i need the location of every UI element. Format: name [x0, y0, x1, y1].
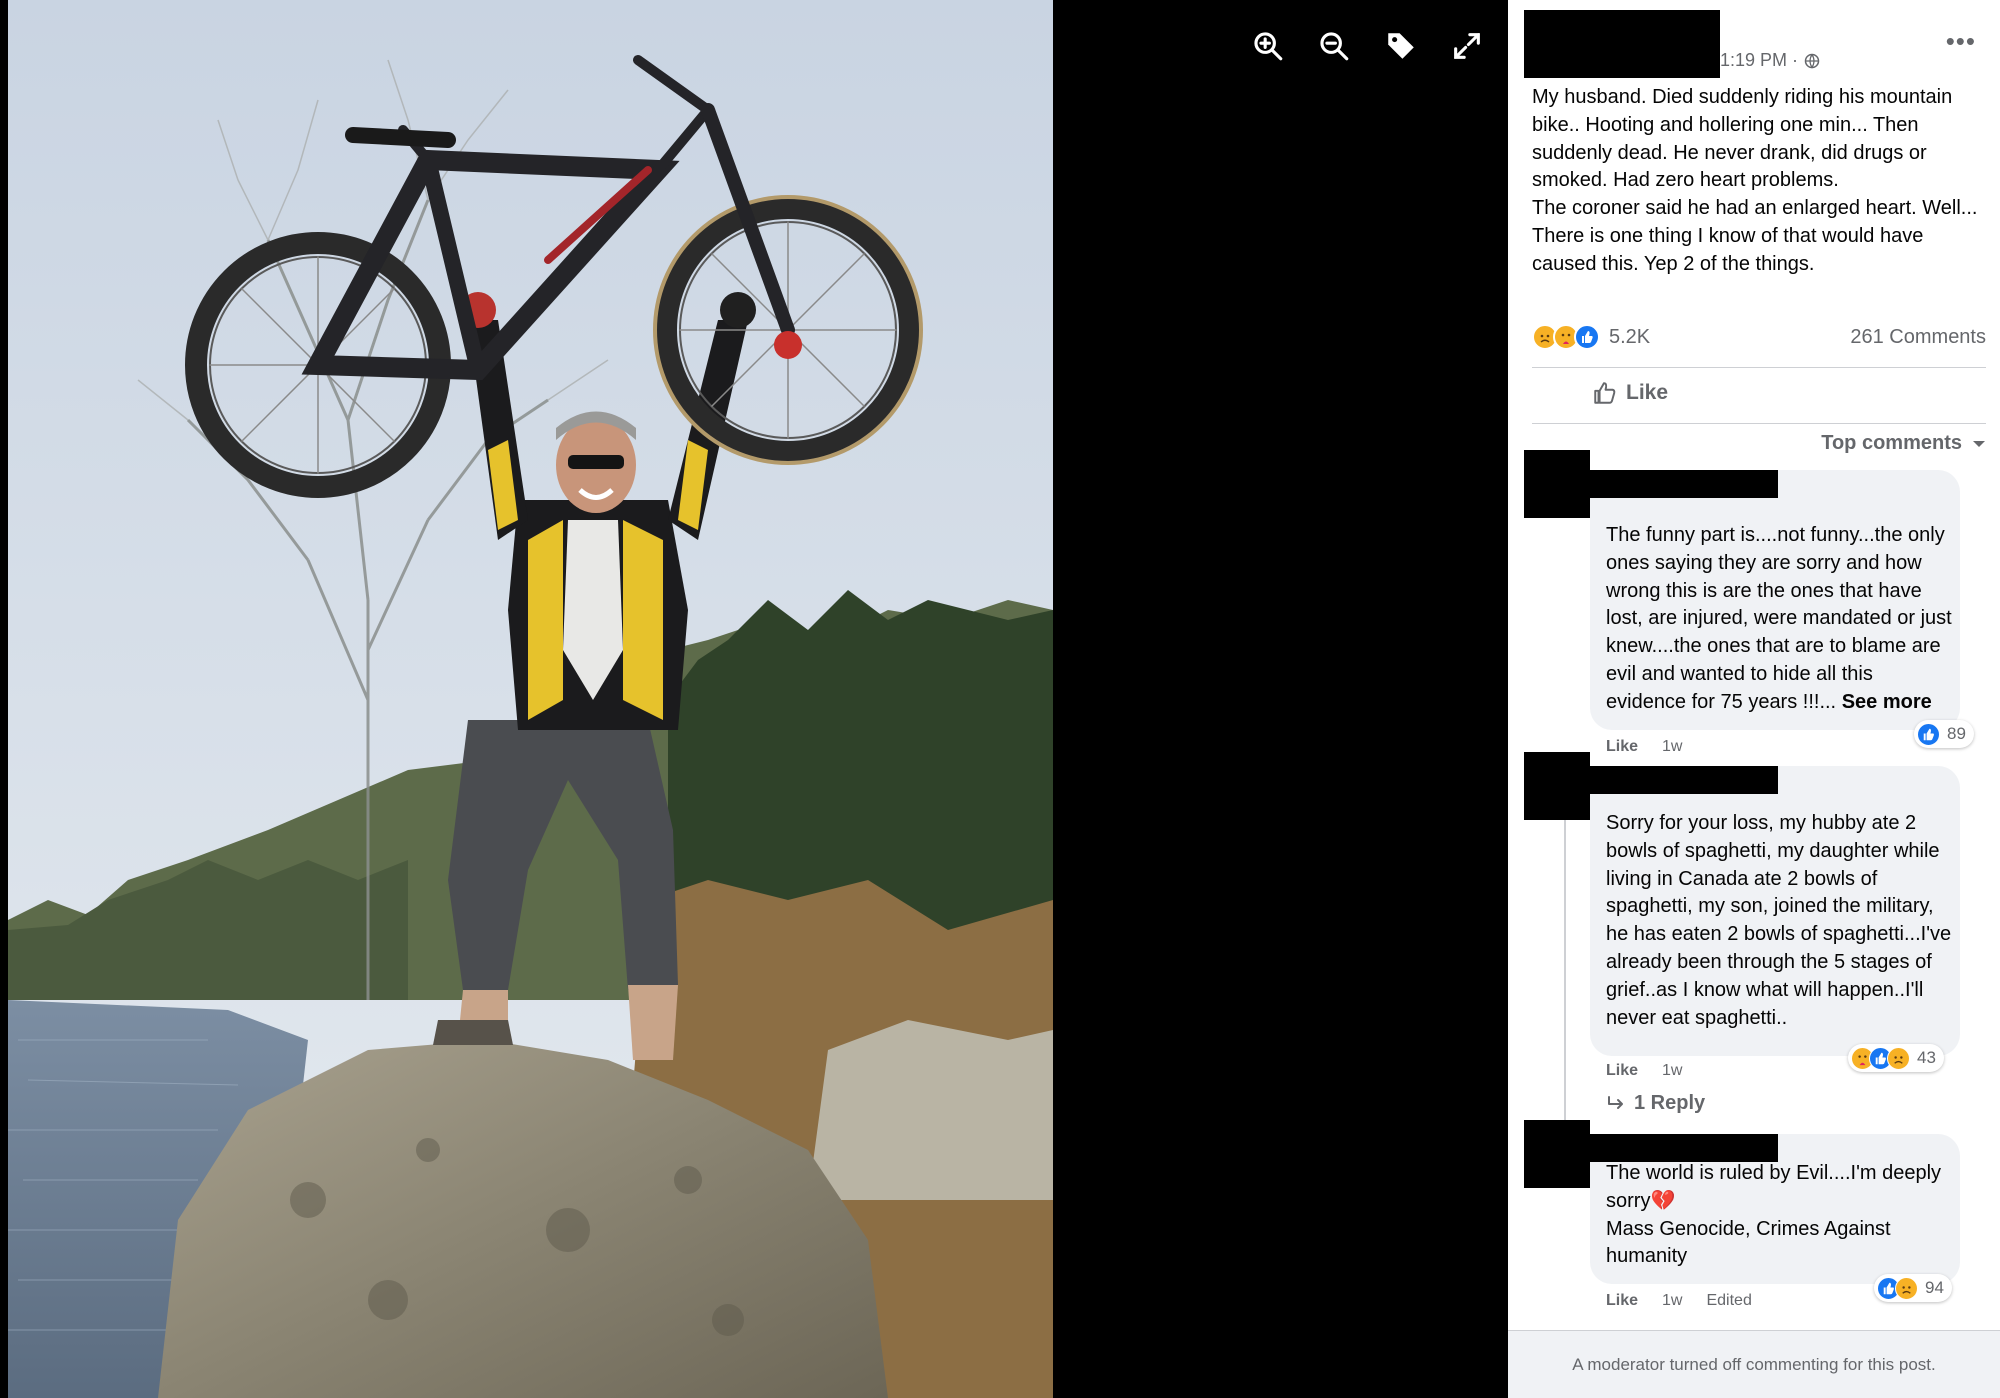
post-timestamp[interactable]: 1:19 PM · [1720, 50, 1820, 71]
author-redaction [1524, 10, 1720, 78]
comment-reactions[interactable]: 89 [1914, 720, 1974, 748]
comment-reactions[interactable]: 43 [1848, 1044, 1944, 1072]
caret-down-icon [1973, 440, 1985, 447]
more-options-icon: ••• [1945, 26, 1976, 56]
zoom-out-button[interactable] [1312, 24, 1356, 68]
sad-icon [1887, 1046, 1910, 1070]
see-more-link[interactable]: See more [1842, 691, 1932, 713]
comment-item: Sorry for your loss, my hubby ate 2 bowl… [1524, 752, 1994, 1170]
comment-actions: Like 1w Edited [1606, 1292, 1752, 1310]
commenting-disabled-notice: A moderator turned off commenting for th… [1508, 1330, 2000, 1398]
post-side-panel: 1:19 PM · ••• My husband. Died suddenly … [1508, 0, 2000, 1398]
like-button[interactable]: Like [1592, 380, 1668, 406]
photo-image [8, 0, 1053, 1398]
comment-reactions[interactable]: 94 [1874, 1274, 1952, 1302]
zoom-out-icon [1320, 32, 1349, 61]
comment-body-continued: Mass Genocide, Crimes Against humanity [1606, 1217, 1891, 1268]
comment-bubble: Sorry for your loss, my hubby ate 2 bowl… [1590, 766, 1960, 1056]
photo-viewer-app: 1:19 PM · ••• My husband. Died suddenly … [0, 0, 2000, 1398]
comment-author-redaction [1590, 1134, 1778, 1162]
comment-like-link[interactable]: Like [1606, 1292, 1638, 1310]
comment-author-redaction [1590, 470, 1778, 498]
post-photo[interactable] [8, 0, 1053, 1398]
post-text: My husband. Died suddenly riding his mou… [1532, 86, 1978, 275]
post-reactions[interactable]: 5.2K [1532, 324, 1650, 350]
reply-arrow-icon [1608, 1095, 1623, 1109]
fullscreen-icon [1454, 33, 1480, 59]
reaction-count: 5.2K [1609, 325, 1651, 348]
like-icon [1574, 324, 1600, 350]
comment-item: The funny part is....not funny...the onl… [1524, 450, 1994, 760]
comment-like-link[interactable]: Like [1606, 1062, 1638, 1080]
comment-time[interactable]: 1w [1662, 1292, 1682, 1310]
comment-reaction-count: 43 [1917, 1048, 1936, 1067]
comments-count-link[interactable]: 261 Comments [1850, 326, 1986, 349]
fullscreen-button[interactable] [1445, 24, 1489, 68]
comment-avatar-redaction [1524, 752, 1590, 820]
comment-reaction-count: 94 [1925, 1278, 1944, 1297]
comment-item: The world is ruled by Evil....I'm deeply… [1524, 1120, 1994, 1320]
zoom-in-icon [1254, 32, 1283, 61]
comment-reaction-count: 89 [1947, 724, 1966, 743]
post-time-text: 1:19 PM · [1720, 50, 1799, 70]
photo-viewer [0, 0, 1508, 1398]
comment-author-redaction [1590, 766, 1778, 794]
comment-text: The funny part is....not funny...the onl… [1606, 522, 1956, 717]
like-icon [1917, 722, 1940, 746]
thumbs-up-icon [1594, 382, 1616, 404]
globe-icon [1804, 53, 1820, 69]
comment-actions: Like 1w [1606, 1062, 1682, 1080]
more-options-button[interactable]: ••• [1946, 28, 1976, 54]
comment-text: The world is ruled by Evil....I'm deeply… [1606, 1160, 1956, 1271]
comment-time[interactable]: 1w [1662, 1062, 1682, 1080]
divider [1532, 367, 1986, 368]
broken-heart-emoji: 💔 [1650, 1189, 1676, 1212]
like-label: Like [1626, 381, 1669, 404]
comment-bubble: The world is ruled by Evil....I'm deeply… [1590, 1134, 1960, 1284]
zoom-in-button[interactable] [1246, 24, 1290, 68]
divider [1532, 423, 1986, 424]
tag-button[interactable] [1379, 24, 1423, 68]
view-replies-link[interactable]: 1 Reply [1606, 1092, 1705, 1115]
comment-edited-label: Edited [1706, 1292, 1752, 1309]
comment-avatar-redaction [1524, 450, 1590, 518]
thread-line [1564, 820, 1566, 1170]
comment-bubble: The funny part is....not funny...the onl… [1590, 470, 1960, 730]
comment-text: Sorry for your loss, my hubby ate 2 bowl… [1606, 812, 1952, 1029]
sad-icon [1895, 1276, 1918, 1300]
tag-icon [1388, 33, 1414, 59]
comment-avatar-redaction [1524, 1120, 1590, 1188]
reply-count-label: 1 Reply [1634, 1092, 1706, 1114]
comment-body: The funny part is....not funny...the onl… [1606, 524, 1952, 713]
